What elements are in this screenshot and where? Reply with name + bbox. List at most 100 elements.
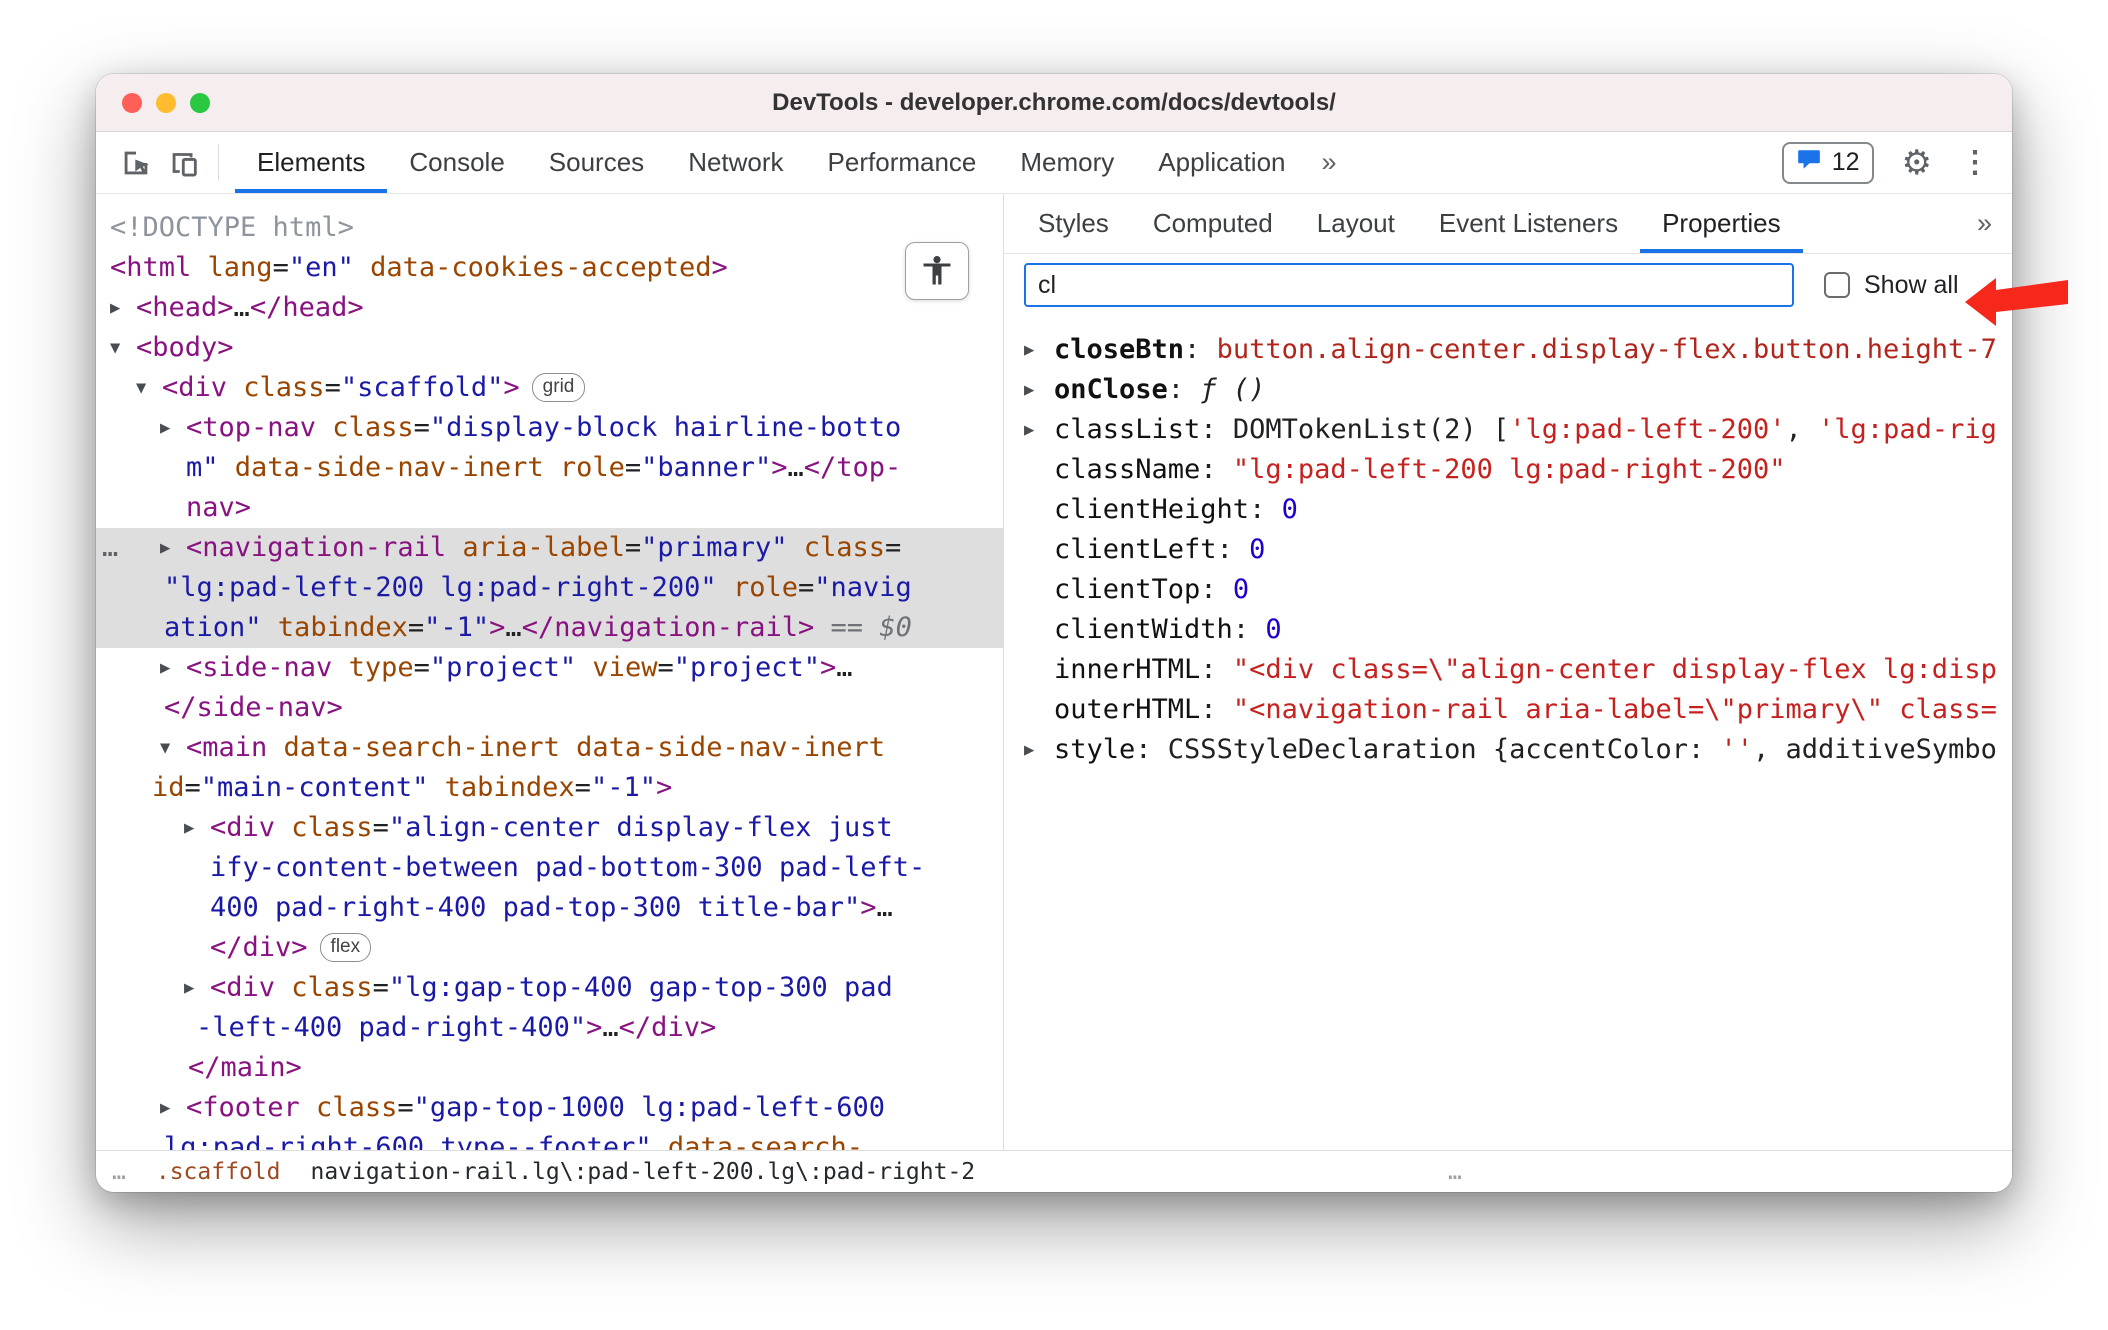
code-token: clientTop: [1054, 574, 1201, 605]
property-row[interactable]: clientLeft: 0: [1004, 530, 2012, 570]
dom-node-line[interactable]: ▶ <side-nav type="project" view="project"…: [96, 648, 1003, 688]
sidebar-tab-computed[interactable]: Computed: [1131, 194, 1295, 253]
disclosure-triangle-icon[interactable]: ▶: [160, 528, 186, 568]
dom-node-line[interactable]: ▼ <div class="scaffold"> grid: [96, 368, 1003, 408]
dom-node-line[interactable]: </div> flex: [96, 928, 1003, 968]
close-window-button[interactable]: [122, 93, 142, 113]
property-row[interactable]: clientTop: 0: [1004, 570, 2012, 610]
tab-sources[interactable]: Sources: [527, 132, 666, 193]
dom-node-line[interactable]: ify-content-between pad-bottom-300 pad-l…: [96, 848, 1003, 888]
sidebar-tab-styles[interactable]: Styles: [1016, 194, 1131, 253]
tab-network[interactable]: Network: [666, 132, 805, 193]
tab-application[interactable]: Application: [1136, 132, 1307, 193]
dom-node-line[interactable]: <html lang="en" data-cookies-accepted>: [96, 248, 1003, 288]
property-row[interactable]: className: "lg:pad-left-200 lg:pad-right…: [1004, 450, 2012, 490]
sidebar-tab-event-listeners[interactable]: Event Listeners: [1417, 194, 1640, 253]
property-row[interactable]: ▶ classList: DOMTokenList(2) ['lg:pad-lef…: [1004, 410, 2012, 450]
dom-node-line[interactable]: id="main-content" tabindex="-1">: [96, 768, 1003, 808]
dom-node-selected[interactable]: ation" tabindex="-1">…</navigation-rail>…: [96, 608, 1003, 648]
disclosure-triangle-icon[interactable]: ▶: [184, 808, 210, 848]
tab-elements[interactable]: Elements: [235, 132, 387, 193]
property-row[interactable]: innerHTML: "<div class=\"align-center di…: [1004, 650, 2012, 690]
zoom-window-button[interactable]: [190, 93, 210, 113]
flex-badge[interactable]: flex: [319, 933, 372, 962]
dom-node-line[interactable]: ▶ <footer class="gap-top-1000 lg:pad-left…: [96, 1088, 1003, 1128]
breadcrumb-navigation-rail[interactable]: navigation-rail.lg\:pad-left-200.lg\:pad…: [310, 1159, 975, 1185]
sidebar-more-tabs-chevron[interactable]: »: [1963, 194, 2012, 253]
dom-node-line[interactable]: </side-nav>: [96, 688, 1003, 728]
code-token: :: [1200, 574, 1233, 605]
console-messages-button[interactable]: 12: [1781, 141, 1874, 184]
code-token: :: [1135, 734, 1168, 765]
code-token: <div: [210, 812, 276, 843]
tab-performance[interactable]: Performance: [806, 132, 999, 193]
dom-node-line[interactable]: nav>: [96, 488, 1003, 528]
element-more-icon[interactable]: …: [102, 528, 118, 568]
tab-memory[interactable]: Memory: [998, 132, 1136, 193]
settings-gear-icon[interactable]: ⚙: [1902, 146, 1932, 180]
property-row[interactable]: outerHTML: "<navigation-rail aria-label=…: [1004, 690, 2012, 730]
show-all-checkbox[interactable]: [1824, 272, 1850, 298]
more-options-icon[interactable]: ⋮: [1960, 147, 1990, 178]
tab-console[interactable]: Console: [387, 132, 526, 193]
dom-node-selected[interactable]: … ▶ <navigation-rail aria-label="primary" …: [96, 528, 1003, 568]
breadcrumb-overflow-left[interactable]: …: [112, 1159, 126, 1185]
dom-node-line[interactable]: </main>: [96, 1048, 1003, 1088]
more-tabs-chevron[interactable]: »: [1308, 132, 1351, 193]
disclosure-triangle-icon[interactable]: ▶: [1024, 330, 1054, 370]
devtools-toolbar: Elements Console Sources Network Performance…: [96, 132, 2012, 194]
sidebar-tab-properties[interactable]: Properties: [1640, 194, 1803, 253]
code-token: ,: [1753, 734, 1786, 765]
disclosure-triangle-icon[interactable]: ▶: [1024, 370, 1054, 410]
dom-node-line[interactable]: ▼ <main data-search-inert data-side-nav-i…: [96, 728, 1003, 768]
dom-node-line[interactable]: lg:pad-right-600 type--footer" data-sear…: [96, 1128, 1003, 1150]
dom-node-line[interactable]: ▼ <body>: [96, 328, 1003, 368]
dom-node-line[interactable]: -left-400 pad-right-400">…</div>: [96, 1008, 1003, 1048]
device-toolbar-button[interactable]: [160, 132, 208, 193]
disclosure-triangle-icon[interactable]: ▶: [160, 648, 186, 688]
inspect-element-button[interactable]: [112, 132, 160, 193]
dom-node-line[interactable]: ▶ <top-nav class="display-block hairline-…: [96, 408, 1003, 448]
dom-node-line[interactable]: <!DOCTYPE html>: [96, 208, 1003, 248]
breadcrumb-scaffold[interactable]: .scaffold: [156, 1159, 281, 1185]
code-token: =: [272, 252, 289, 283]
dom-node-line[interactable]: 400 pad-right-400 pad-top-300 title-bar"…: [96, 888, 1003, 928]
code-token: </main>: [188, 1052, 302, 1083]
properties-filter-input[interactable]: [1024, 263, 1794, 307]
code-token: m": [186, 452, 219, 483]
disclosure-triangle-icon[interactable]: ▶: [184, 968, 210, 1008]
dom-node-line[interactable]: m" data-side-nav-inert role="banner">…</…: [96, 448, 1003, 488]
code-token: "<navigation-rail aria-label=\"primary\"…: [1232, 694, 1997, 725]
annotation-arrow-icon: [1965, 278, 2068, 326]
code-token: "lg:gap-top-400 gap-top-300 pad: [388, 972, 893, 1003]
disclosure-triangle-icon[interactable]: ▶: [160, 408, 186, 448]
dom-node-line[interactable]: ▶ <head>…</head>: [96, 288, 1003, 328]
code-token: data-search-: [651, 1132, 863, 1150]
devtools-content: <!DOCTYPE html> <html lang="en" data-cook…: [96, 194, 2012, 1150]
disclosure-triangle-icon[interactable]: ▼: [136, 368, 162, 408]
sidebar-tab-layout[interactable]: Layout: [1295, 194, 1417, 253]
disclosure-triangle-icon[interactable]: ▶: [1024, 410, 1054, 450]
property-row[interactable]: clientHeight: 0: [1004, 490, 2012, 530]
property-row[interactable]: ▶ onClose: ƒ (): [1004, 370, 2012, 410]
grid-badge[interactable]: grid: [531, 373, 586, 402]
disclosure-triangle-icon[interactable]: ▶: [160, 1088, 186, 1128]
disclosure-triangle-icon[interactable]: ▼: [110, 328, 136, 368]
breadcrumb-overflow-right[interactable]: …: [1448, 1159, 1462, 1185]
code-token: id: [152, 772, 185, 803]
disclosure-triangle-icon[interactable]: ▼: [160, 728, 186, 768]
code-token: onClose: [1054, 374, 1168, 405]
accessibility-button[interactable]: [905, 242, 969, 300]
dom-node-line[interactable]: ▶ <div class="align-center display-flex j…: [96, 808, 1003, 848]
code-token: </div>: [618, 1012, 717, 1043]
minimize-window-button[interactable]: [156, 93, 176, 113]
code-token: class: [275, 812, 373, 843]
property-row[interactable]: clientWidth: 0: [1004, 610, 2012, 650]
dom-node-line[interactable]: ▶ <div class="lg:gap-top-400 gap-top-300 …: [96, 968, 1003, 1008]
property-row[interactable]: ▶ closeBtn: button.align-center.display-f…: [1004, 330, 2012, 370]
disclosure-triangle-icon[interactable]: ▶: [1024, 730, 1054, 770]
property-row[interactable]: ▶ style: CSSStyleDeclaration {accentColor…: [1004, 730, 2012, 770]
dom-node-selected[interactable]: "lg:pad-left-200 lg:pad-right-200" role=…: [96, 568, 1003, 608]
code-token: {: [1492, 734, 1510, 765]
disclosure-triangle-icon[interactable]: ▶: [110, 288, 136, 328]
